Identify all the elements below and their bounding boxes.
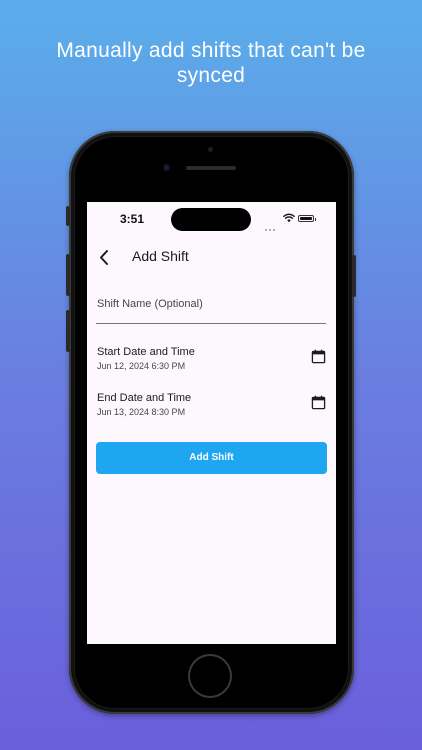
status-time: 3:51 (120, 212, 145, 226)
add-shift-button[interactable]: Add Shift (96, 442, 327, 474)
phone-mute-switch (66, 206, 70, 226)
end-date-time-value: Jun 13, 2024 8:30 PM (97, 407, 186, 417)
promo-headline-line-2: synced (176, 64, 246, 87)
start-date-time-row[interactable]: Start Date and Time Jun 12, 2024 6:30 PM (96, 346, 328, 378)
back-button[interactable] (93, 246, 117, 270)
end-date-time-row[interactable]: End Date and Time Jun 13, 2024 8:30 PM (96, 392, 328, 424)
promo-headline-line-1: Manually add shifts that can't be (56, 39, 366, 62)
dynamic-island (171, 208, 251, 231)
phone-volume-up-button (66, 254, 70, 296)
front-camera-icon (163, 164, 170, 171)
shift-name-underline (96, 323, 326, 324)
phone-power-button (352, 255, 356, 297)
start-date-time-label: Start Date and Time (97, 346, 195, 358)
shift-name-field[interactable]: Shift Name (Optional) (96, 288, 326, 324)
wifi-icon (283, 213, 295, 223)
page-title: Add Shift (132, 248, 189, 264)
home-button (188, 654, 232, 698)
calendar-icon[interactable] (311, 349, 326, 364)
phone-earpiece (186, 166, 236, 170)
app-screen: 3:51 Add Shift Shift Name (Optional) Sta… (87, 202, 336, 644)
shift-name-placeholder: Shift Name (Optional) (97, 298, 203, 310)
end-date-time-label: End Date and Time (97, 392, 192, 404)
promo-headline: Manually add shifts that can't be synced (0, 38, 422, 88)
status-icons (265, 213, 320, 231)
phone-sensor (208, 147, 213, 152)
calendar-icon[interactable] (311, 395, 326, 410)
battery-icon (298, 215, 316, 222)
phone-volume-down-button (66, 310, 70, 352)
chevron-left-icon (100, 250, 108, 265)
start-date-time-value: Jun 12, 2024 6:30 PM (97, 361, 186, 371)
signal-dots-icon (265, 218, 277, 236)
